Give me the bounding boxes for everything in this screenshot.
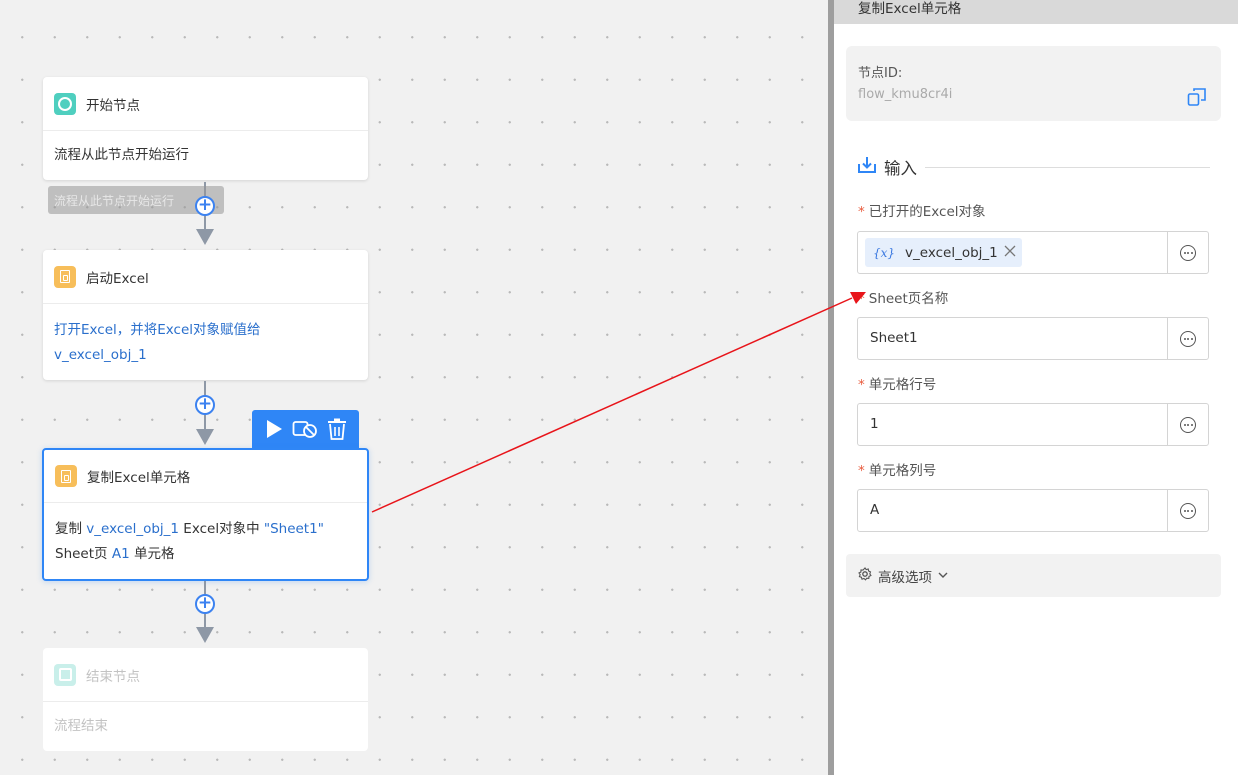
more-icon bbox=[1180, 330, 1196, 347]
excel-object-field[interactable]: {x} v_excel_obj_1 bbox=[857, 231, 1209, 274]
copy-excel-cell-title: 复制Excel单元格 bbox=[87, 470, 191, 486]
more-options-button[interactable] bbox=[1167, 232, 1208, 273]
more-options-button[interactable] bbox=[1167, 318, 1208, 359]
more-options-button[interactable] bbox=[1167, 404, 1208, 445]
more-icon bbox=[1180, 416, 1196, 433]
end-node-description: 流程结束 bbox=[54, 718, 108, 734]
add-step-button-1[interactable]: + bbox=[195, 196, 215, 216]
sheet-name-value: Sheet1 bbox=[870, 330, 918, 346]
copy-excel-cell-header: 复制Excel单元格 bbox=[44, 450, 367, 503]
node-toolbar bbox=[252, 410, 359, 448]
launch-excel-header: 启动Excel bbox=[43, 250, 368, 304]
launch-excel-var: v_excel_obj_1 bbox=[54, 347, 147, 363]
end-node-header: 结束节点 bbox=[43, 648, 368, 702]
desc-suffix: 单元格 bbox=[129, 546, 175, 562]
delete-icon[interactable] bbox=[324, 416, 350, 442]
start-node-title: 开始节点 bbox=[86, 97, 140, 114]
variable-chip: {x} v_excel_obj_1 bbox=[865, 238, 1022, 267]
desc-prefix: 复制 bbox=[55, 521, 87, 537]
row-number-value: 1 bbox=[870, 416, 879, 432]
desc-cell: A1 bbox=[111, 546, 130, 562]
excel-object-label: * 已打开的Excel对象 bbox=[858, 204, 986, 220]
row-number-label: * 单元格行号 bbox=[858, 377, 937, 393]
column-label: * 单元格列号 bbox=[858, 463, 937, 479]
play-icon[interactable] bbox=[261, 416, 287, 442]
advanced-options-label: 高级选项 bbox=[878, 569, 932, 586]
desc-var: v_excel_obj_1 bbox=[86, 521, 180, 537]
launch-excel-node[interactable]: 启动Excel 打开Excel，并将Excel对象赋值给 v_excel_obj… bbox=[43, 250, 368, 380]
properties-panel: 复制Excel单元格 节点ID: flow_kmu8cr4i 输入 * 已打开的E… bbox=[834, 0, 1238, 775]
node-id-label: 节点ID: bbox=[858, 66, 903, 81]
advanced-options-toggle[interactable]: 高级选项 bbox=[846, 554, 1221, 597]
more-icon bbox=[1180, 502, 1196, 519]
variable-icon: {x} bbox=[873, 245, 896, 260]
input-section-title: 输入 bbox=[884, 159, 917, 178]
start-node[interactable]: 开始节点 流程从此节点开始运行 bbox=[43, 77, 368, 180]
end-square-icon bbox=[54, 663, 76, 686]
close-icon[interactable] bbox=[1004, 245, 1016, 261]
end-node[interactable]: 结束节点 流程结束 bbox=[43, 648, 368, 751]
sheet-name-label: * Sheet页名称 bbox=[858, 291, 949, 307]
sheet-name-field[interactable]: Sheet1 bbox=[857, 317, 1209, 360]
variable-chip-text: v_excel_obj_1 bbox=[905, 244, 998, 261]
launch-excel-line1: 打开Excel，并将Excel对象赋值给 bbox=[54, 322, 261, 338]
end-node-title: 结束节点 bbox=[86, 668, 140, 685]
node-id-value: flow_kmu8cr4i bbox=[858, 87, 953, 102]
panel-title: 复制Excel单元格 bbox=[834, 0, 1238, 24]
row-number-field[interactable]: 1 bbox=[857, 403, 1209, 446]
connector-3 bbox=[193, 581, 217, 647]
start-circle-icon bbox=[54, 92, 76, 115]
excel-icon bbox=[54, 265, 76, 288]
flow-canvas[interactable]: 开始节点 流程从此节点开始运行 流程从此节点开始运行 + 启动Excel 打开E… bbox=[0, 0, 830, 775]
launch-excel-title: 启动Excel bbox=[86, 270, 149, 287]
excel-icon bbox=[55, 465, 77, 487]
section-divider bbox=[925, 166, 1210, 168]
copy-excel-cell-description: 复制 v_excel_obj_1 Excel对象中 "Sheet1" Sheet… bbox=[44, 503, 367, 579]
copy-icon[interactable] bbox=[1187, 87, 1207, 111]
desc-line2-prefix: Sheet页 bbox=[55, 546, 112, 562]
desc-sheet: "Sheet1" bbox=[263, 521, 324, 537]
more-options-button[interactable] bbox=[1167, 490, 1208, 531]
add-step-button-3[interactable]: + bbox=[195, 594, 215, 614]
input-section-header: 输入 bbox=[858, 156, 1210, 178]
more-icon bbox=[1180, 244, 1196, 261]
gear-icon bbox=[858, 566, 872, 585]
start-node-header: 开始节点 bbox=[43, 77, 368, 131]
column-value: A bbox=[870, 502, 880, 518]
chevron-down-icon bbox=[938, 568, 948, 583]
start-node-description: 流程从此节点开始运行 bbox=[54, 147, 189, 163]
add-step-button-2[interactable]: + bbox=[195, 395, 215, 415]
node-id-box: 节点ID: flow_kmu8cr4i bbox=[846, 46, 1221, 121]
disable-icon[interactable] bbox=[292, 416, 318, 442]
column-field[interactable]: A bbox=[857, 489, 1209, 532]
launch-excel-description: 打开Excel，并将Excel对象赋值给 v_excel_obj_1 bbox=[43, 304, 368, 380]
input-download-icon bbox=[858, 156, 876, 178]
desc-mid: Excel对象中 bbox=[179, 521, 264, 537]
copy-excel-cell-node[interactable]: 复制Excel单元格 复制 v_excel_obj_1 Excel对象中 "Sh… bbox=[42, 448, 369, 581]
